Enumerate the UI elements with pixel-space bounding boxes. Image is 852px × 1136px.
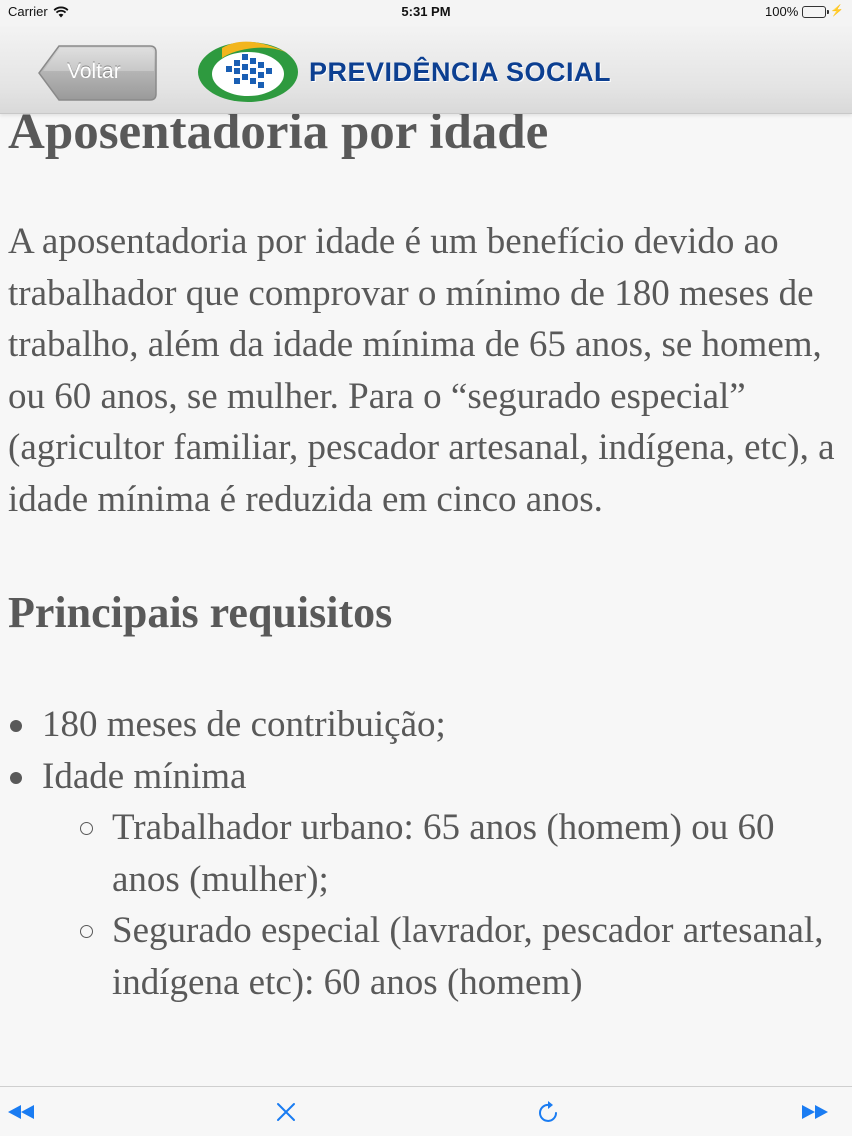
status-bar: Carrier 5:31 PM 100% ⚡ xyxy=(0,0,852,26)
fast-forward-button[interactable] xyxy=(800,1099,830,1125)
reload-icon xyxy=(539,1101,557,1122)
close-icon xyxy=(277,1103,295,1121)
reload-button[interactable] xyxy=(534,1099,564,1125)
fast-forward-icon xyxy=(802,1105,828,1119)
list-item-label: Idade mínima xyxy=(42,755,247,797)
back-button-label: Voltar xyxy=(67,60,121,83)
previdencia-logo: PREVIDÊNCIA SOCIAL xyxy=(196,38,644,104)
battery-percent: 100% xyxy=(765,4,799,19)
sub-list-item: Segurado especial (lavrador, pescador ar… xyxy=(78,905,848,1008)
sub-requirements-list: Trabalhador urbano: 65 anos (homem) ou 6… xyxy=(78,802,848,1008)
intro-paragraph: A aposentadoria por idade é um benefício… xyxy=(8,221,835,520)
status-right: 100% ⚡ xyxy=(765,4,844,19)
article: Aposentadoria por idade A aposentadoria … xyxy=(8,100,848,1008)
battery-icon xyxy=(802,5,830,18)
app-header: Voltar PREVIDÊNCIA SOCIAL xyxy=(0,26,852,114)
status-time: 5:31 PM xyxy=(401,4,451,19)
logo-text: PREVIDÊNCIA SOCIAL xyxy=(309,57,612,87)
back-button[interactable]: Voltar xyxy=(37,44,158,102)
section-title: Principais requisitos xyxy=(8,588,393,637)
list-item: 180 meses de contribuição; xyxy=(8,699,848,751)
list-item: Idade mínima Trabalhador urbano: 65 anos… xyxy=(8,751,848,1009)
rewind-button[interactable] xyxy=(6,1099,36,1125)
sub-list-item: Trabalhador urbano: 65 anos (homem) ou 6… xyxy=(78,802,848,905)
bottom-toolbar xyxy=(0,1086,852,1136)
close-button[interactable] xyxy=(271,1099,301,1125)
rewind-icon xyxy=(8,1105,34,1119)
requirements-list: 180 meses de contribuição; Idade mínima … xyxy=(8,699,848,1008)
app-screen: Carrier 5:31 PM 100% ⚡ Aposentadoria por… xyxy=(0,0,852,1136)
charging-bolt-icon: ⚡ xyxy=(830,5,844,17)
previdencia-emblem-icon xyxy=(198,41,298,102)
web-content[interactable]: Aposentadoria por idade A aposentadoria … xyxy=(0,26,852,1019)
